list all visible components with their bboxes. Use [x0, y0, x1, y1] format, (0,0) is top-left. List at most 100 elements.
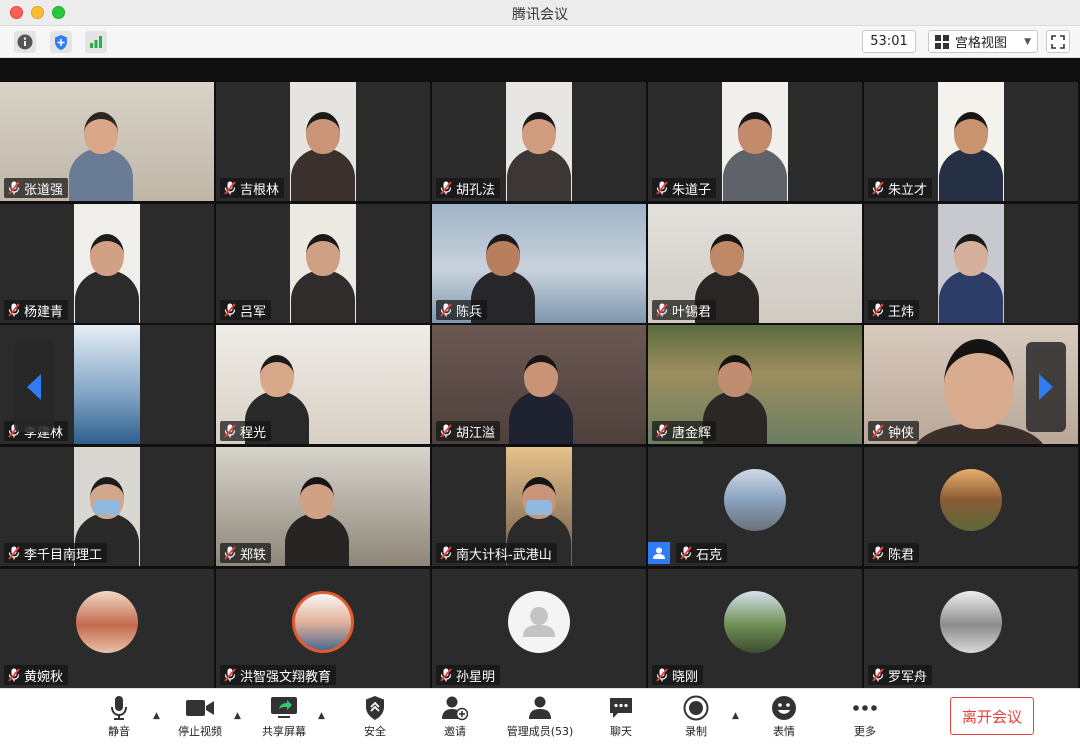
participant-name: 陈君: [888, 547, 915, 563]
share-screen-button[interactable]: 共享屏幕: [256, 695, 312, 741]
person-head: [306, 112, 340, 154]
muted-microphone-icon: [656, 303, 668, 317]
participant-tile[interactable]: 陈兵: [432, 204, 646, 323]
participant-tile[interactable]: 程光: [216, 325, 430, 444]
participant-tile[interactable]: 张道强: [0, 82, 214, 201]
participant-tile[interactable]: 黄婉秋: [0, 569, 214, 688]
participant-name: 吉根林: [240, 182, 280, 198]
participant-tile[interactable]: 吉根林: [216, 82, 430, 201]
video-options-caret[interactable]: ▲: [234, 711, 241, 721]
muted-microphone-icon: [224, 668, 236, 682]
participant-name: 郑轶: [240, 547, 267, 563]
participant-tile[interactable]: 胡江溢: [432, 325, 646, 444]
participant-tile[interactable]: 孙星明: [432, 569, 646, 688]
reactions-label: 表情: [773, 725, 795, 738]
more-button[interactable]: 更多: [844, 695, 886, 741]
participant-name: 程光: [240, 425, 267, 441]
security-label: 安全: [364, 725, 386, 738]
manage-members-button[interactable]: 管理成员(53): [504, 695, 576, 741]
participant-tile[interactable]: 朱立才: [864, 82, 1078, 201]
record-button[interactable]: 录制: [675, 695, 717, 741]
participant-tile[interactable]: 杨建青: [0, 204, 214, 323]
shield-icon[interactable]: [50, 31, 72, 53]
participant-name-tag: 吕军: [220, 300, 272, 320]
chat-icon: [610, 698, 632, 718]
participant-name: 张道强: [24, 182, 64, 198]
video-feed: [506, 82, 572, 201]
next-page-button[interactable]: [1026, 342, 1066, 432]
participant-name-tag: 洪智强文翔教育: [220, 665, 337, 685]
video-camera-icon: [186, 700, 214, 716]
muted-microphone-icon: [440, 546, 452, 560]
prev-page-button[interactable]: [14, 342, 54, 432]
security-button[interactable]: 安全: [354, 695, 396, 741]
person-head: [954, 234, 988, 276]
record-options-caret[interactable]: ▲: [732, 711, 739, 721]
muted-microphone-icon: [440, 303, 452, 317]
mute-button[interactable]: 静音: [98, 695, 140, 741]
participant-name: 吕军: [240, 304, 267, 320]
title-bar: 腾讯会议: [0, 0, 1080, 26]
reactions-button[interactable]: 表情: [763, 695, 805, 741]
participant-tile[interactable]: 叶锡君: [648, 204, 862, 323]
audio-options-caret[interactable]: ▲: [153, 711, 160, 721]
participant-tile[interactable]: 王炜: [864, 204, 1078, 323]
share-options-caret[interactable]: ▲: [318, 711, 325, 721]
invite-label: 邀请: [444, 725, 466, 738]
participant-name-tag: 南大计科-武港山: [436, 543, 557, 563]
participant-name: 朱道子: [672, 182, 712, 198]
participant-name: 胡孔法: [456, 182, 496, 198]
muted-microphone-icon: [872, 668, 884, 682]
participant-tile[interactable]: 洪智强文翔教育: [216, 569, 430, 688]
person-body: [508, 391, 574, 444]
mute-label: 静音: [108, 725, 130, 738]
person-body: [938, 148, 1004, 201]
participant-tile[interactable]: 晓刚: [648, 569, 862, 688]
person-head: [306, 234, 340, 276]
info-icon[interactable]: [14, 31, 36, 53]
muted-microphone-icon: [656, 424, 668, 438]
muted-microphone-icon: [440, 181, 452, 195]
participant-tile[interactable]: 郑轶: [216, 447, 430, 566]
participant-tile[interactable]: 陈君: [864, 447, 1078, 566]
participant-tile[interactable]: 吕军: [216, 204, 430, 323]
participant-name-tag: 李千目南理工: [4, 543, 108, 563]
stop-video-button[interactable]: 停止视频: [172, 695, 228, 741]
participant-name-tag: 朱道子: [652, 178, 717, 198]
person-head: [260, 355, 294, 397]
signal-icon[interactable]: [85, 31, 107, 53]
participant-name: 陈兵: [456, 304, 483, 320]
participant-name-tag: 叶锡君: [652, 300, 717, 320]
participant-name-tag: 石克: [676, 543, 728, 563]
participant-tile[interactable]: 南大计科-武港山: [432, 447, 646, 566]
person-head: [90, 234, 124, 276]
participant-name-tag: 胡孔法: [436, 178, 501, 198]
person-head: [84, 112, 118, 154]
view-mode-dropdown[interactable]: 宫格视图 ▼: [928, 30, 1038, 53]
participant-tile[interactable]: 胡孔法: [432, 82, 646, 201]
leave-meeting-button[interactable]: 离开会议: [950, 697, 1034, 735]
participant-name-tag: 郑轶: [220, 543, 272, 563]
participant-tile[interactable]: 李千目南理工: [0, 447, 214, 566]
host-user-icon: [648, 542, 670, 564]
chat-button[interactable]: 聊天: [600, 695, 642, 741]
participant-name: 叶锡君: [672, 304, 712, 320]
fullscreen-button[interactable]: [1046, 30, 1070, 53]
participant-tile[interactable]: 朱道子: [648, 82, 862, 201]
person-body: [68, 148, 134, 201]
participant-tile[interactable]: 罗军舟: [864, 569, 1078, 688]
participant-tile[interactable]: 唐金辉: [648, 325, 862, 444]
muted-microphone-icon: [224, 303, 236, 317]
person-head: [954, 112, 988, 154]
invite-button[interactable]: 邀请: [434, 695, 476, 741]
person-body: [938, 270, 1004, 323]
muted-microphone-icon: [656, 181, 668, 195]
person-body: [722, 148, 788, 201]
person-head: [524, 355, 558, 397]
participant-tile[interactable]: 石克: [648, 447, 862, 566]
grid-view-icon: [935, 34, 949, 49]
participant-name: 唐金辉: [672, 425, 712, 441]
participant-name-tag: 陈君: [868, 543, 920, 563]
chat-label: 聊天: [610, 725, 632, 738]
person-body: [284, 513, 350, 566]
